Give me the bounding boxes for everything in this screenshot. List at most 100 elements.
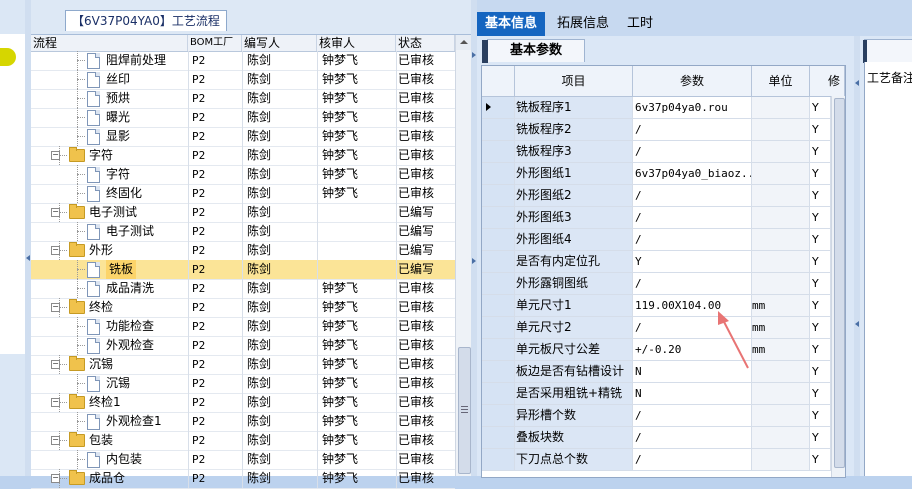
param-row[interactable]: 铣板程序2/ Y — [482, 119, 831, 141]
col-header-bom[interactable]: BOM工厂 — [188, 35, 242, 51]
tree-row[interactable]: 丝印 P2 陈剑 钟梦飞 已审核 — [31, 70, 455, 90]
row-indicator[interactable] — [482, 141, 515, 162]
col-header-item[interactable]: 项目 — [515, 66, 633, 96]
tree-row[interactable]: 字符 P2 陈剑 钟梦飞 已审核 — [31, 165, 455, 185]
param-value-cell[interactable]: / — [633, 141, 752, 162]
param-row[interactable]: 异形槽个数 / Y — [482, 405, 831, 427]
tree-scroll-thumb[interactable] — [458, 347, 471, 474]
scroll-up-button[interactable] — [456, 35, 471, 50]
row-indicator[interactable] — [482, 185, 515, 206]
tree-row[interactable]: − 外形 P2 陈剑 已编写 — [31, 241, 455, 261]
col-header-status[interactable]: 状态 — [396, 35, 455, 51]
collapse-arrow-icon[interactable] — [26, 255, 30, 261]
tree-scrollbar[interactable] — [455, 35, 471, 476]
param-flag-cell[interactable]: Y — [810, 405, 831, 426]
param-flag-cell[interactable]: Y — [810, 229, 831, 250]
tree-row[interactable]: − 终检 P2 陈剑 钟梦飞 已审核 — [31, 298, 455, 318]
collapse-arrow-icon[interactable] — [855, 321, 859, 327]
tree-row[interactable]: 铣板 P2 陈剑 已编写 — [31, 260, 455, 280]
collapse-toggle-icon[interactable]: − — [51, 436, 60, 445]
param-flag-cell[interactable]: Y — [810, 251, 831, 272]
tree-row[interactable]: 沉锡 P2 陈剑 钟梦飞 已审核 — [31, 374, 455, 394]
param-value-cell[interactable]: / — [633, 229, 752, 250]
param-flag-cell[interactable]: Y — [810, 361, 831, 382]
row-indicator[interactable] — [482, 273, 515, 294]
param-value-cell[interactable]: +/-0.20 — [633, 339, 752, 360]
tab-basic-info[interactable]: 基本信息 — [477, 12, 546, 36]
param-row[interactable]: 单元尺寸2/mm Y — [482, 317, 831, 339]
param-row[interactable]: 单元板尺寸公差 +/-0.20 mm Y — [482, 339, 831, 361]
row-indicator[interactable] — [482, 317, 515, 338]
collapse-toggle-icon[interactable]: − — [51, 360, 60, 369]
tree-row[interactable]: − 电子测试 P2 陈剑 已编写 — [31, 203, 455, 223]
col-header-flow[interactable]: 流程 — [31, 35, 188, 51]
param-row[interactable]: 铣板程序3/ Y — [482, 141, 831, 163]
tree-row[interactable]: 外观检查1 P2 陈剑 钟梦飞 已审核 — [31, 412, 455, 432]
param-value-cell[interactable]: / — [633, 449, 752, 470]
collapse-toggle-icon[interactable]: − — [51, 303, 60, 312]
param-flag-cell[interactable]: Y — [810, 141, 831, 162]
param-value-cell[interactable]: N — [633, 383, 752, 404]
tree-row[interactable]: 曝光 P2 陈剑 钟梦飞 已审核 — [31, 108, 455, 128]
param-value-cell[interactable]: / — [633, 273, 752, 294]
param-value-cell[interactable]: 119.00X104.00 — [633, 295, 752, 316]
param-scrollbar[interactable] — [831, 96, 845, 477]
row-indicator[interactable] — [482, 229, 515, 250]
row-indicator[interactable] — [482, 427, 515, 448]
expand-arrow-icon[interactable] — [472, 52, 476, 58]
param-row[interactable]: 叠板块数 / Y — [482, 427, 831, 449]
tree-row[interactable]: 成品清洗 P2 陈剑 钟梦飞 已审核 — [31, 279, 455, 299]
param-value-cell[interactable]: / — [633, 405, 752, 426]
param-row[interactable]: 外形图纸1 6v37p04ya0_biaoz... Y — [482, 163, 831, 185]
tree-row[interactable]: 内包装 P2 陈剑 钟梦飞 已审核 — [31, 450, 455, 470]
param-row[interactable]: 下刀点总个数 / Y — [482, 449, 831, 471]
col-header-unit[interactable]: 单位 — [752, 66, 810, 96]
param-flag-cell[interactable]: Y — [810, 339, 831, 360]
collapse-toggle-icon[interactable]: − — [51, 398, 60, 407]
tree-row[interactable]: 功能检查 P2 陈剑 钟梦飞 已审核 — [31, 317, 455, 337]
col-header-reviewer[interactable]: 核审人 — [317, 35, 396, 51]
param-scroll-thumb[interactable] — [834, 98, 845, 468]
param-flag-cell[interactable]: Y — [810, 97, 831, 118]
tree-row[interactable]: − 成品仓 P2 陈剑 钟梦飞 已审核 — [31, 469, 455, 489]
param-flag-cell[interactable]: Y — [810, 273, 831, 294]
param-value-cell[interactable]: / — [633, 427, 752, 448]
param-row[interactable]: 是否采用粗铣+精铣 N Y — [482, 383, 831, 405]
param-row[interactable]: 板边是否有钻槽设计 N Y — [482, 361, 831, 383]
param-row[interactable]: 是否有内定位孔 Y Y — [482, 251, 831, 273]
tree-row[interactable]: 预烘 P2 陈剑 钟梦飞 已审核 — [31, 89, 455, 109]
param-flag-cell[interactable]: Y — [810, 207, 831, 228]
param-value-cell[interactable]: / — [633, 317, 752, 338]
process-flow-tab[interactable]: 【6V37P04YA0】工艺流程 — [65, 10, 227, 31]
param-value-cell[interactable]: / — [633, 119, 752, 140]
param-value-cell[interactable]: / — [633, 185, 752, 206]
collapse-arrow-icon[interactable] — [855, 80, 859, 86]
row-indicator[interactable] — [482, 207, 515, 228]
collapse-toggle-icon[interactable]: − — [51, 151, 60, 160]
param-row[interactable]: 外形图纸3/ Y — [482, 207, 831, 229]
tree-row[interactable]: 终固化 P2 陈剑 钟梦飞 已审核 — [31, 184, 455, 204]
param-flag-cell[interactable]: Y — [810, 185, 831, 206]
collapse-toggle-icon[interactable]: − — [51, 474, 60, 483]
param-value-cell[interactable]: 6v37p04ya0_biaoz... — [633, 163, 752, 184]
row-indicator[interactable] — [482, 449, 515, 470]
row-indicator[interactable] — [482, 251, 515, 272]
tree-row[interactable]: − 沉锡 P2 陈剑 钟梦飞 已审核 — [31, 355, 455, 375]
row-indicator[interactable] — [482, 295, 515, 316]
tree-row[interactable]: 电子测试 P2 陈剑 已编写 — [31, 222, 455, 242]
param-value-cell[interactable]: Y — [633, 251, 752, 272]
collapse-toggle-icon[interactable]: − — [51, 208, 60, 217]
param-value-cell[interactable]: N — [633, 361, 752, 382]
tree-row[interactable]: 显影 P2 陈剑 钟梦飞 已审核 — [31, 127, 455, 147]
row-indicator[interactable] — [482, 163, 515, 184]
param-row[interactable]: 铣板程序1 6v37p04ya0.rou Y — [482, 97, 831, 119]
param-flag-cell[interactable]: Y — [810, 163, 831, 184]
tab-extended-info[interactable]: 拓展信息 — [549, 12, 617, 36]
tree-row[interactable]: 外观检查 P2 陈剑 钟梦飞 已审核 — [31, 336, 455, 356]
row-indicator[interactable] — [482, 339, 515, 360]
row-indicator[interactable] — [482, 383, 515, 404]
param-flag-cell[interactable]: Y — [810, 317, 831, 338]
col-header-param[interactable]: 参数 — [633, 66, 752, 96]
row-indicator[interactable] — [482, 119, 515, 140]
param-flag-cell[interactable]: Y — [810, 427, 831, 448]
